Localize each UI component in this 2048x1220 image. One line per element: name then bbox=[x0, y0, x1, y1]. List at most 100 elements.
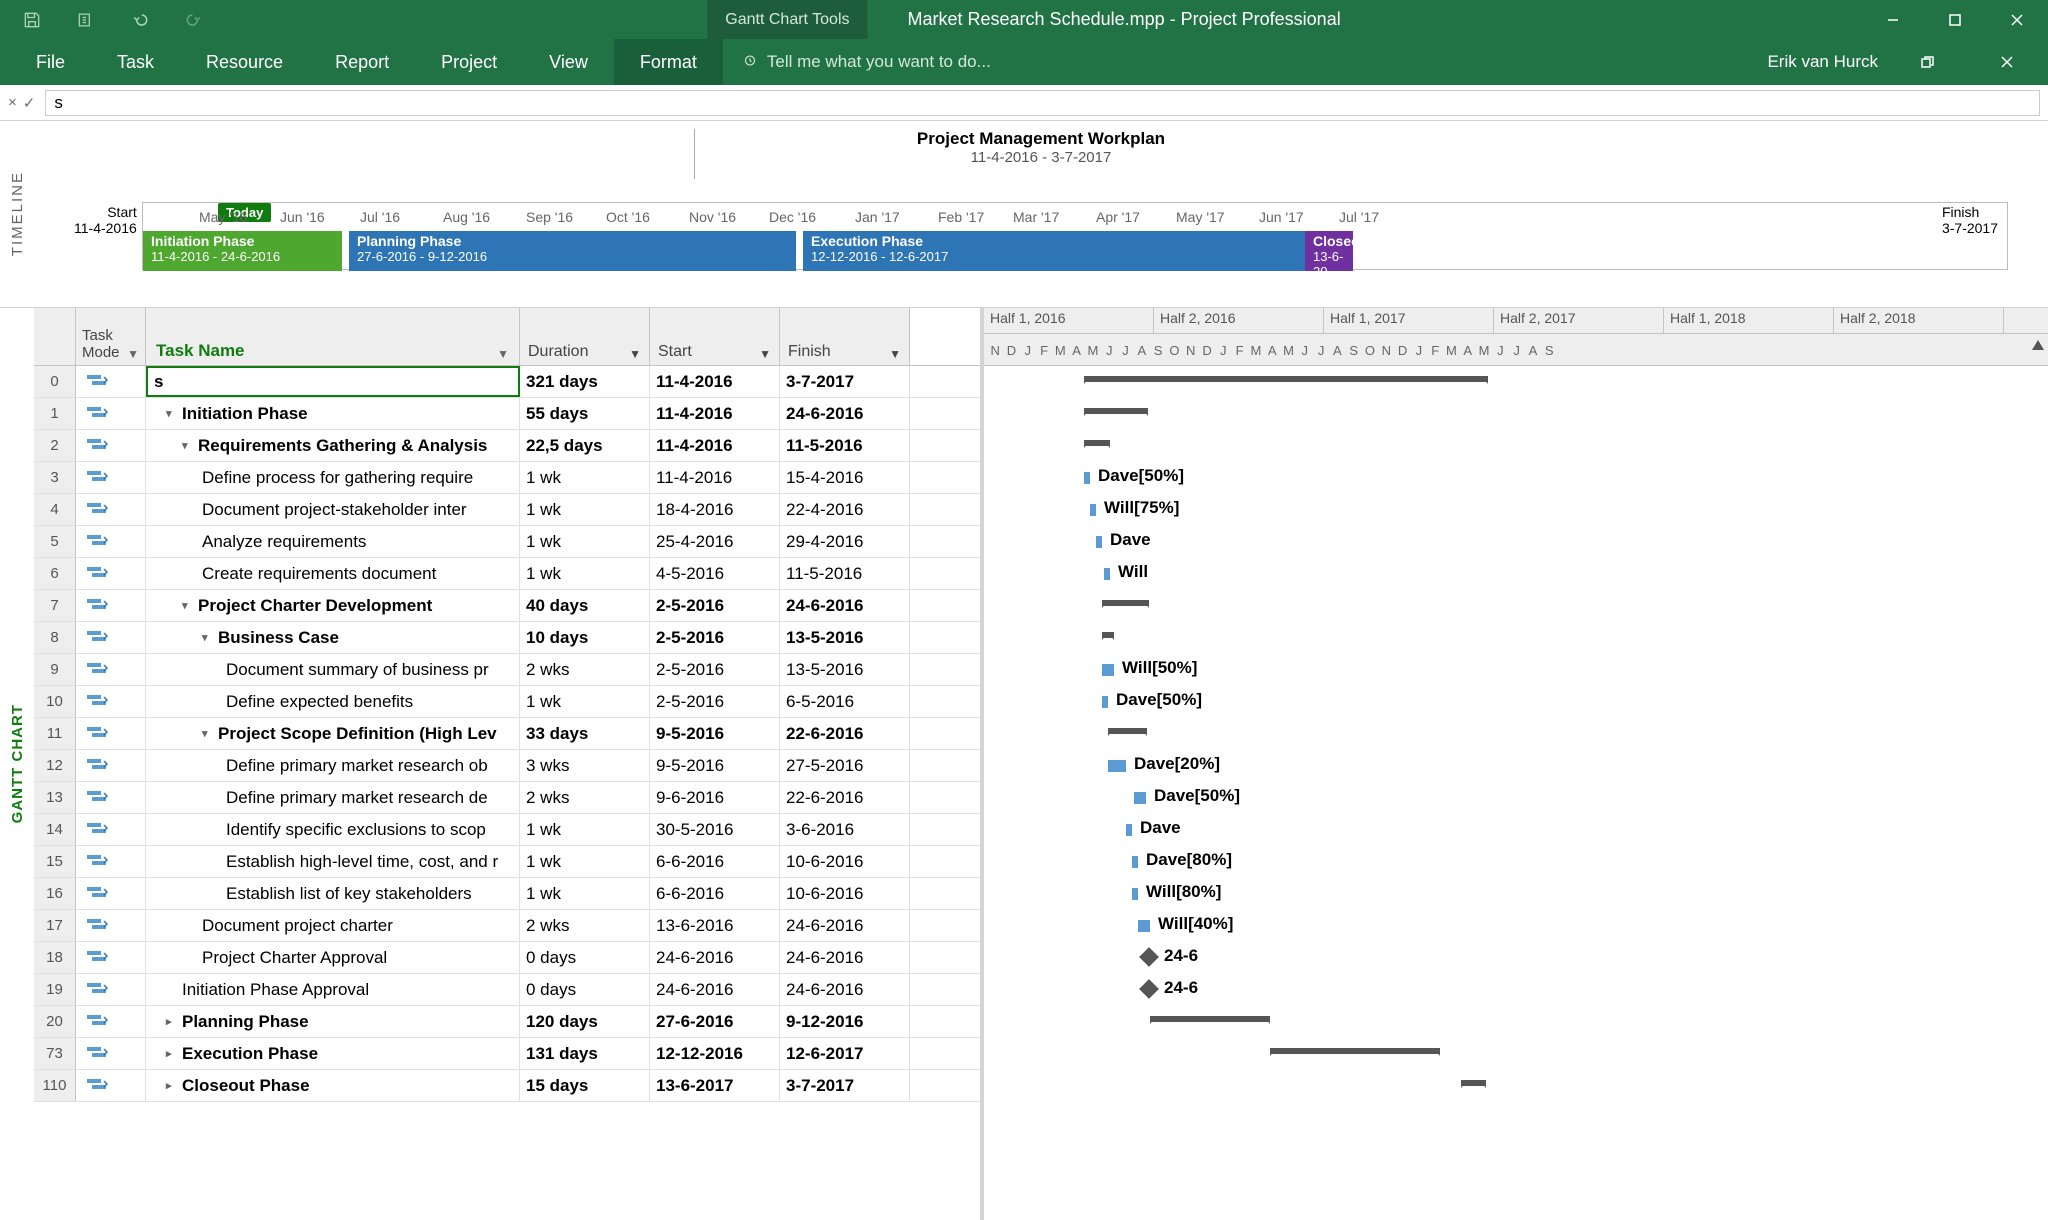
task-mode-cell[interactable] bbox=[76, 430, 146, 461]
gantt-row[interactable] bbox=[984, 1070, 2048, 1102]
task-mode-cell[interactable] bbox=[76, 1038, 146, 1069]
task-row[interactable]: 2▾Requirements Gathering & Analysis22,5 … bbox=[34, 430, 980, 462]
gantt-row[interactable] bbox=[984, 398, 2048, 430]
row-id[interactable]: 20 bbox=[34, 1006, 76, 1037]
duration-cell[interactable]: 0 days bbox=[520, 942, 650, 973]
task-mode-cell[interactable] bbox=[76, 526, 146, 557]
task-name-cell[interactable]: ▸Planning Phase bbox=[146, 1006, 520, 1037]
task-row[interactable]: 0s321 days11-4-20163-7-2017 bbox=[34, 366, 980, 398]
gantt-row[interactable]: Dave[20%] bbox=[984, 750, 2048, 782]
finish-cell[interactable]: 24-6-2016 bbox=[780, 974, 910, 1005]
duration-cell[interactable]: 1 wk bbox=[520, 462, 650, 493]
task-mode-cell[interactable] bbox=[76, 558, 146, 589]
row-id[interactable]: 15 bbox=[34, 846, 76, 877]
finish-cell[interactable]: 6-5-2016 bbox=[780, 686, 910, 717]
row-id[interactable]: 3 bbox=[34, 462, 76, 493]
start-cell[interactable]: 11-4-2016 bbox=[650, 366, 780, 397]
finish-cell[interactable]: 10-6-2016 bbox=[780, 846, 910, 877]
start-cell[interactable]: 12-12-2016 bbox=[650, 1038, 780, 1069]
task-mode-cell[interactable] bbox=[76, 654, 146, 685]
duration-cell[interactable]: 40 days bbox=[520, 590, 650, 621]
task-row[interactable]: 15Establish high-level time, cost, and r… bbox=[34, 846, 980, 878]
duration-cell[interactable]: 55 days bbox=[520, 398, 650, 429]
row-id[interactable]: 0 bbox=[34, 366, 76, 397]
task-name-cell[interactable]: Define primary market research de bbox=[146, 782, 520, 813]
start-cell[interactable]: 25-4-2016 bbox=[650, 526, 780, 557]
task-name-cell[interactable]: Document project-stakeholder inter bbox=[146, 494, 520, 525]
start-cell[interactable]: 11-4-2016 bbox=[650, 462, 780, 493]
duration-cell[interactable]: 1 wk bbox=[520, 846, 650, 877]
row-id[interactable]: 9 bbox=[34, 654, 76, 685]
timeline-phase[interactable]: Closeou13-6-20 bbox=[1305, 231, 1353, 271]
task-bar[interactable] bbox=[1138, 920, 1150, 932]
task-row[interactable]: 16Establish list of key stakeholders1 wk… bbox=[34, 878, 980, 910]
task-row[interactable]: 110▸Closeout Phase15 days13-6-20173-7-20… bbox=[34, 1070, 980, 1102]
task-name-cell[interactable]: ▾Initiation Phase bbox=[146, 398, 520, 429]
task-mode-cell[interactable] bbox=[76, 686, 146, 717]
start-cell[interactable]: 2-5-2016 bbox=[650, 654, 780, 685]
finish-cell[interactable]: 3-7-2017 bbox=[780, 1070, 910, 1101]
gantt-row[interactable]: Dave[50%] bbox=[984, 686, 2048, 718]
gantt-row[interactable] bbox=[984, 622, 2048, 654]
redo-icon[interactable] bbox=[182, 8, 206, 32]
ribbon-tab-report[interactable]: Report bbox=[309, 39, 415, 85]
task-mode-cell[interactable] bbox=[76, 750, 146, 781]
row-id[interactable]: 10 bbox=[34, 686, 76, 717]
col-finish[interactable]: Finish▼ bbox=[780, 308, 910, 365]
summary-bar[interactable] bbox=[1461, 1080, 1486, 1090]
row-id[interactable]: 8 bbox=[34, 622, 76, 653]
duration-cell[interactable]: 120 days bbox=[520, 1006, 650, 1037]
task-name-cell[interactable]: Define primary market research ob bbox=[146, 750, 520, 781]
summary-bar[interactable] bbox=[1150, 1016, 1270, 1026]
start-cell[interactable]: 2-5-2016 bbox=[650, 590, 780, 621]
gantt-row[interactable] bbox=[984, 430, 2048, 462]
finish-cell[interactable]: 24-6-2016 bbox=[780, 398, 910, 429]
row-id[interactable]: 16 bbox=[34, 878, 76, 909]
ribbon-tab-format[interactable]: Format bbox=[614, 39, 723, 85]
finish-cell[interactable]: 10-6-2016 bbox=[780, 878, 910, 909]
finish-cell[interactable]: 11-5-2016 bbox=[780, 430, 910, 461]
gantt-row[interactable]: Dave[50%] bbox=[984, 462, 2048, 494]
tell-me-search[interactable]: Tell me what you want to do... bbox=[741, 39, 991, 85]
task-name-cell[interactable]: ▸Execution Phase bbox=[146, 1038, 520, 1069]
task-mode-cell[interactable] bbox=[76, 942, 146, 973]
task-mode-cell[interactable] bbox=[76, 782, 146, 813]
task-name-cell[interactable]: ▾Requirements Gathering & Analysis bbox=[146, 430, 520, 461]
row-id[interactable]: 1 bbox=[34, 398, 76, 429]
milestone-icon[interactable] bbox=[1139, 947, 1159, 967]
task-bar[interactable] bbox=[1132, 888, 1138, 900]
task-row[interactable]: 19Initiation Phase Approval0 days24-6-20… bbox=[34, 974, 980, 1006]
task-mode-cell[interactable] bbox=[76, 910, 146, 941]
gantt-row[interactable]: Dave bbox=[984, 814, 2048, 846]
ribbon-tab-file[interactable]: File bbox=[10, 39, 91, 85]
finish-cell[interactable]: 12-6-2017 bbox=[780, 1038, 910, 1069]
task-row[interactable]: 14Identify specific exclusions to scop1 … bbox=[34, 814, 980, 846]
finish-cell[interactable]: 27-5-2016 bbox=[780, 750, 910, 781]
col-id[interactable] bbox=[34, 308, 76, 365]
row-id[interactable]: 19 bbox=[34, 974, 76, 1005]
task-mode-cell[interactable] bbox=[76, 1070, 146, 1101]
summary-bar[interactable] bbox=[1108, 728, 1147, 738]
gantt-row[interactable]: Will bbox=[984, 558, 2048, 590]
accept-edit-icon[interactable]: ✓ bbox=[23, 94, 36, 112]
task-bar[interactable] bbox=[1084, 472, 1090, 484]
task-name-cell[interactable]: s bbox=[146, 366, 520, 397]
duration-cell[interactable]: 131 days bbox=[520, 1038, 650, 1069]
task-name-cell[interactable]: Create requirements document bbox=[146, 558, 520, 589]
task-name-cell[interactable]: Document project charter bbox=[146, 910, 520, 941]
task-mode-cell[interactable] bbox=[76, 846, 146, 877]
start-cell[interactable]: 9-5-2016 bbox=[650, 750, 780, 781]
gantt-row[interactable]: Will[50%] bbox=[984, 654, 2048, 686]
finish-cell[interactable]: 22-4-2016 bbox=[780, 494, 910, 525]
duration-cell[interactable]: 1 wk bbox=[520, 878, 650, 909]
start-cell[interactable]: 6-6-2016 bbox=[650, 846, 780, 877]
task-mode-cell[interactable] bbox=[76, 462, 146, 493]
start-cell[interactable]: 30-5-2016 bbox=[650, 814, 780, 845]
finish-cell[interactable]: 9-12-2016 bbox=[780, 1006, 910, 1037]
task-bar[interactable] bbox=[1090, 504, 1096, 516]
task-bar[interactable] bbox=[1096, 536, 1102, 548]
undo-history-icon[interactable] bbox=[74, 8, 98, 32]
task-mode-cell[interactable] bbox=[76, 494, 146, 525]
task-name-cell[interactable]: Define process for gathering require bbox=[146, 462, 520, 493]
task-name-cell[interactable]: ▾Project Scope Definition (High Lev bbox=[146, 718, 520, 749]
